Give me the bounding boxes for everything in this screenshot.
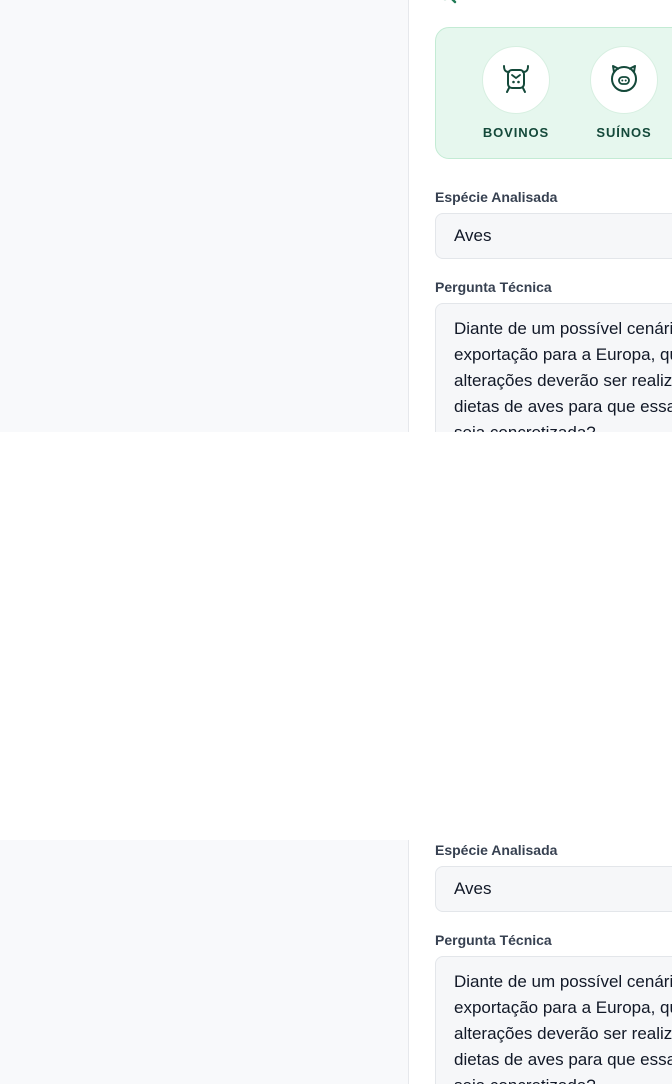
- species-select[interactable]: Aves: [435, 866, 672, 912]
- question-line: dietas de aves para que essa exportação: [454, 1050, 672, 1069]
- question-line: Diante de um possível cenário de: [454, 972, 672, 991]
- question-line: exportação para a Europa, que: [454, 345, 672, 364]
- species-icon-circle: [590, 46, 658, 114]
- species-option-suinos[interactable]: SUÍNOS: [579, 46, 669, 140]
- question-field-label: Pergunta Técnica: [435, 279, 552, 295]
- species-label: BOVINOS: [482, 125, 550, 140]
- bottom-viewport: Espécie Analisada Aves Pergunta Técnica …: [0, 840, 672, 1084]
- question-line: seja concretizada?: [454, 420, 672, 432]
- species-field-label: Espécie Analisada: [435, 842, 558, 858]
- species-label: SUÍNOS: [596, 125, 652, 140]
- question-textarea[interactable]: Diante de um possível cenário de exporta…: [435, 956, 672, 1084]
- top-viewport: BOVINOS SUÍNOS Espécie Analisada Aves Pe…: [0, 0, 672, 432]
- sidebar-divider: [408, 0, 409, 432]
- question-line: alterações deverão ser realizadas nas: [454, 1024, 672, 1043]
- sidebar-divider: [408, 840, 409, 1084]
- pig-icon: [606, 60, 642, 101]
- search-icon[interactable]: [436, 0, 458, 6]
- question-line: Diante de um possível cenário de: [454, 319, 672, 338]
- question-field-label: Pergunta Técnica: [435, 932, 552, 948]
- cow-icon: [498, 60, 534, 101]
- species-option-bovinos[interactable]: BOVINOS: [471, 46, 561, 140]
- question-textarea[interactable]: Diante de um possível cenário de exporta…: [435, 303, 672, 432]
- question-line: dietas de aves para que essa exportação: [454, 397, 672, 416]
- question-line: exportação para a Europa, que: [454, 998, 672, 1017]
- question-line: seja concretizada?: [454, 1073, 672, 1084]
- question-line: alterações deverão ser realizadas nas: [454, 371, 672, 390]
- species-icon-circle: [482, 46, 550, 114]
- species-select[interactable]: Aves: [435, 213, 672, 259]
- species-field-label: Espécie Analisada: [435, 189, 558, 205]
- species-picker-card: BOVINOS SUÍNOS: [435, 27, 672, 159]
